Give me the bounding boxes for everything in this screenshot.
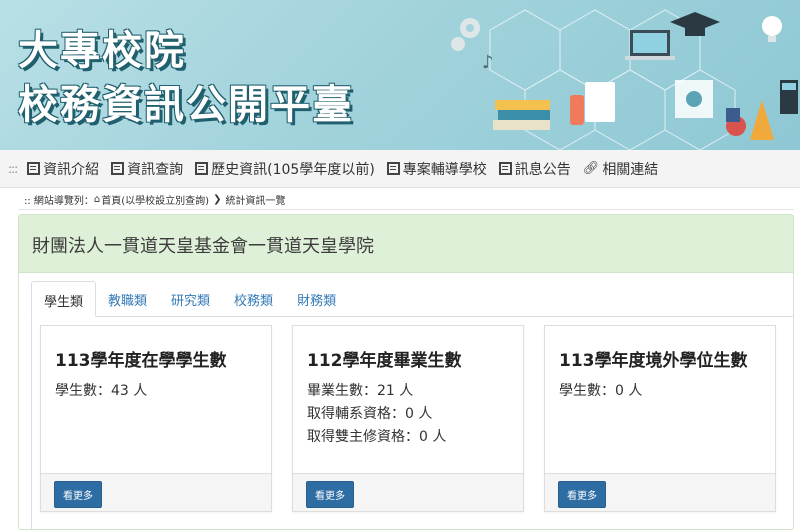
list-icon bbox=[498, 162, 512, 175]
book-icon bbox=[27, 162, 41, 175]
main-nav: ::: 資訊介紹 資訊查詢 歷史資訊(105學年度以前) 專案輔導學校 訊息公告… bbox=[0, 150, 800, 188]
school-panel: 財團法人一貫道天皇基金會一貫道天皇學院 學生類 教職類 研究類 校務類 財務類 … bbox=[18, 214, 794, 530]
tab-research[interactable]: 研究類 bbox=[159, 281, 222, 317]
microscope-icon bbox=[675, 80, 713, 118]
home-icon: ⌂ bbox=[93, 194, 101, 205]
card-line: 畢業生數：21 人 bbox=[307, 383, 414, 399]
banner-title-line2: 校務資訊公開平臺 bbox=[18, 82, 354, 128]
breadcrumb-prefix: :: 網站導覽列： bbox=[24, 196, 94, 207]
nav-item-label: 訊息公告 bbox=[514, 161, 571, 178]
school-name: 財團法人一貫道天皇基金會一貫道天皇學院 bbox=[19, 215, 793, 273]
banner-illustration: ♪ bbox=[451, 9, 798, 150]
link-icon: 🔗︎ bbox=[582, 161, 600, 176]
nav-item-label: 專案輔導學校 bbox=[402, 161, 487, 178]
breadcrumb-current: 統計資訊一覽 bbox=[225, 196, 286, 207]
tab-finance[interactable]: 財務類 bbox=[285, 281, 348, 317]
stat-card-graduates: 112學年度畢業生數 畢業生數：21 人 取得輔系資格：0 人 取得雙主修資格：… bbox=[292, 325, 524, 512]
card-title: 113學年度境外學位生數 bbox=[559, 351, 748, 371]
nav-item-label: 資訊查詢 bbox=[127, 161, 184, 178]
stat-card-overseas: 113學年度境外學位生數 學生數：0 人 看更多 bbox=[544, 325, 776, 512]
nav-item-links[interactable]: 🔗︎ 相關連結 bbox=[583, 159, 659, 179]
banner-title-line1: 大專校院 bbox=[18, 28, 186, 74]
category-tabs: 學生類 教職類 研究類 校務類 財務類 bbox=[31, 281, 793, 317]
tab-students[interactable]: 學生類 bbox=[31, 281, 97, 317]
see-more-button[interactable]: 看更多 bbox=[54, 481, 102, 508]
nav-item-label: 相關連結 bbox=[602, 161, 659, 178]
nav-item-project-schools[interactable]: 專案輔導學校 bbox=[386, 159, 487, 179]
breadcrumb-home-link[interactable]: 首頁(以學校設立別查詢) bbox=[101, 192, 209, 207]
graduation-cap-icon bbox=[670, 12, 720, 36]
breadcrumb-separator: ❯ bbox=[213, 194, 222, 205]
nav-item-announcements[interactable]: 訊息公告 bbox=[498, 159, 571, 179]
tab-affairs[interactable]: 校務類 bbox=[222, 281, 285, 317]
stat-card-enrolled: 113學年度在學學生數 學生數：43 人 看更多 bbox=[40, 325, 272, 512]
lightbulb-icon bbox=[762, 16, 782, 42]
svg-text:♪: ♪ bbox=[482, 52, 494, 73]
nav-item-label: 歷史資訊(105學年度以前) bbox=[211, 161, 375, 178]
nav-item-label: 資訊介紹 bbox=[43, 161, 100, 178]
list-icon bbox=[111, 162, 125, 175]
breadcrumb: :: 網站導覽列： ⌂ 首頁(以學校設立別查詢) ❯ 統計資訊一覽 bbox=[24, 192, 285, 207]
see-more-button[interactable]: 看更多 bbox=[558, 481, 606, 508]
card-line: 取得雙主修資格：0 人 bbox=[307, 429, 447, 445]
card-title: 112學年度畢業生數 bbox=[307, 351, 462, 371]
card-line: 學生數：43 人 bbox=[55, 383, 148, 399]
nav-item-history[interactable]: 歷史資訊(105學年度以前) bbox=[195, 159, 375, 179]
list-icon bbox=[386, 162, 400, 175]
see-more-button[interactable]: 看更多 bbox=[306, 481, 354, 508]
list-icon bbox=[195, 162, 209, 175]
card-line: 取得輔系資格：0 人 bbox=[307, 406, 433, 422]
divider bbox=[18, 209, 794, 210]
card-line: 學生數：0 人 bbox=[559, 383, 643, 399]
nav-item-query[interactable]: 資訊查詢 bbox=[111, 159, 183, 179]
nav-grip: ::: bbox=[8, 161, 18, 176]
nav-item-intro[interactable]: 資訊介紹 bbox=[27, 159, 99, 179]
geometry-icon bbox=[726, 100, 774, 140]
gear-icon bbox=[451, 18, 480, 51]
card-title: 113學年度在學學生數 bbox=[55, 351, 227, 371]
books-icon bbox=[493, 100, 550, 130]
tab-content: 113學年度在學學生數 學生數：43 人 看更多 112學年度畢業生數 畢業生數… bbox=[31, 317, 793, 529]
laptop-icon bbox=[625, 30, 675, 60]
tab-faculty[interactable]: 教職類 bbox=[96, 281, 159, 317]
flask-icon bbox=[570, 82, 615, 125]
calculator-icon bbox=[780, 80, 798, 114]
site-banner: 大專校院 校務資訊公開平臺 ♪ bbox=[0, 0, 800, 150]
